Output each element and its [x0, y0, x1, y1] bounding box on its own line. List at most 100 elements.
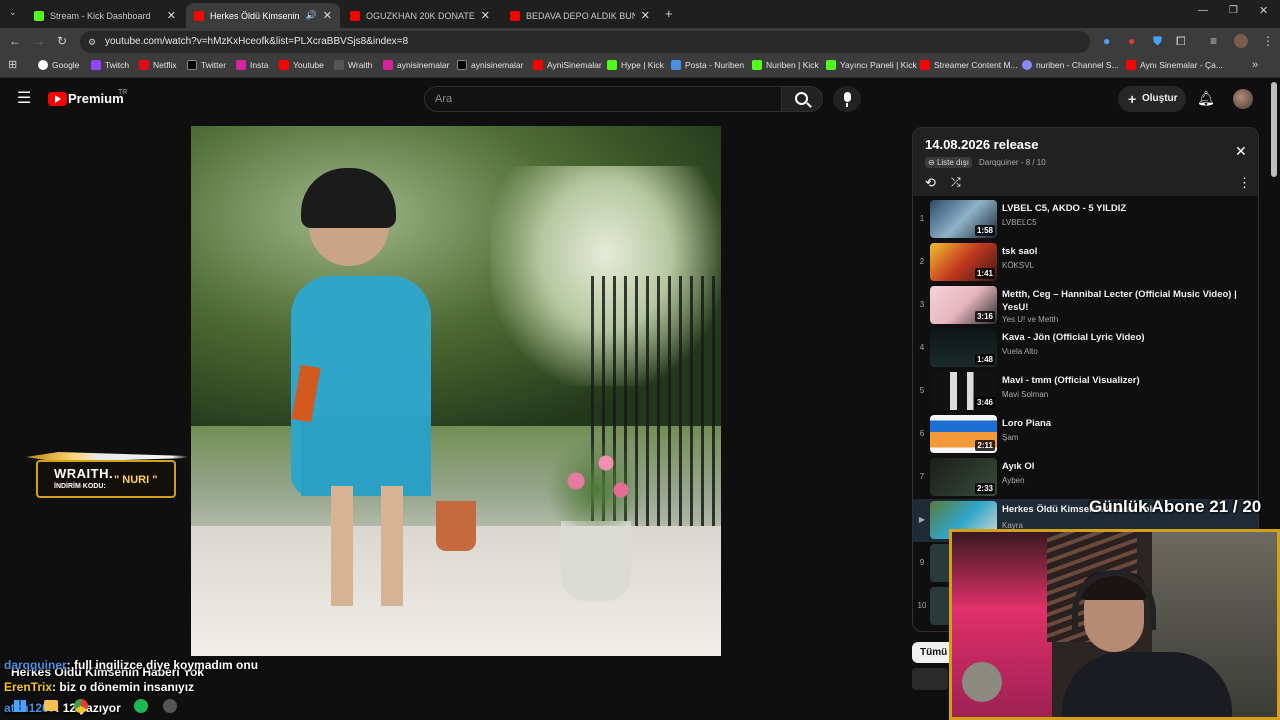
youtube-favicon-icon [350, 10, 360, 21]
tab-oguzkhan[interactable]: OGUZKHAN 20K DONATE ALIY ✕ [342, 3, 498, 28]
create-button[interactable]: + Oluştur [1118, 86, 1186, 112]
bookmark-youtube[interactable]: Youtube [279, 60, 324, 70]
playlist-item[interactable]: 7 2:33 Ayık Ol Ayben [913, 456, 1258, 499]
tab-label: BEDAVA DEPO ALDIK BUNLAR [526, 10, 635, 21]
close-icon[interactable]: ✕ [635, 9, 650, 22]
playlist-item-title: Kava - Jön (Official Lyric Video) [1002, 332, 1145, 343]
youtube-icon [920, 60, 930, 70]
bookmark-yayinci-paneli[interactable]: Yayıncı Paneli | Kick [826, 60, 917, 70]
video-frame-child-legs [331, 486, 353, 606]
profile-avatar[interactable] [1234, 34, 1248, 48]
extension-icon[interactable]: ● [1103, 35, 1110, 47]
search-button[interactable] [781, 86, 823, 112]
close-icon[interactable]: ✕ [475, 9, 490, 22]
close-playlist-icon[interactable]: ✕ [1235, 143, 1247, 160]
playlist-item-index: 9 [919, 558, 925, 567]
bookmark-twitch[interactable]: Twitch [91, 60, 129, 70]
playlist-item-channel: Vuela Alto [1002, 347, 1038, 356]
reload-icon[interactable]: ↻ [57, 35, 67, 47]
video-frame-pot [561, 521, 631, 601]
address-bar[interactable]: ⚙ youtube.com/watch?v=hMzKxHceofk&list=P… [80, 31, 1090, 53]
tab-kick-dashboard[interactable]: Stream - Kick Dashboard ✕ [26, 3, 184, 28]
bookmark-aynisinemalar-ig[interactable]: aynisinemalar [383, 60, 449, 70]
forward-icon[interactable]: → [33, 35, 45, 47]
bookmark-insta[interactable]: Insta [236, 60, 268, 70]
page-scrollbar-thumb[interactable] [1271, 82, 1277, 177]
bookmark-netflix[interactable]: Netflix [139, 60, 177, 70]
folder-icon[interactable] [44, 700, 58, 711]
voice-search-button[interactable] [833, 86, 861, 112]
bookmark-aynisinemalar-yt[interactable]: AyniSinemalar [533, 60, 602, 70]
instagram-icon [383, 60, 393, 70]
playlist-item[interactable]: 2 1:41 tsk saol KÖKSVL [913, 241, 1258, 284]
tab-bedava-depo[interactable]: BEDAVA DEPO ALDIK BUNLAR ✕ [502, 3, 658, 28]
playlist-item[interactable]: 1 1:58 LVBEL C5, AKDO - 5 YILDIZ LVBELC5 [913, 198, 1258, 241]
app-icon[interactable] [163, 699, 177, 713]
kick-icon [607, 60, 617, 70]
playlist-item-title: Loro Piana [1002, 418, 1052, 429]
video-player[interactable] [191, 126, 721, 656]
playlist-item[interactable]: 6 2:11 Loro Piana Şam [913, 413, 1258, 456]
extension-icon[interactable]: ● [1128, 35, 1135, 47]
windows-start-icon[interactable] [14, 700, 26, 712]
hamburger-menu-icon[interactable]: ☰ [17, 91, 31, 107]
more-bookmarks-icon[interactable]: » [1252, 60, 1258, 71]
close-icon[interactable]: ✕ [317, 9, 332, 22]
loop-icon[interactable]: ⟲ [925, 175, 936, 191]
video-frame-child-shorts [301, 416, 431, 496]
visibility-label: Liste dışı [936, 158, 969, 167]
bookmark-hype-kick[interactable]: Hype | Kick [607, 60, 664, 70]
playlist-item[interactable]: 4 1:48 Kava - Jön (Official Lyric Video)… [913, 327, 1258, 370]
bookmark-streamer-content[interactable]: Streamer Content M... [920, 60, 1018, 70]
url-text: youtube.com/watch?v=hMzKxHceofk&list=PLX… [105, 36, 409, 47]
shuffle-icon[interactable]: ⤮ [951, 175, 961, 190]
create-label: Oluştur [1142, 93, 1178, 104]
bookmark-ayni-sinemalar[interactable]: Aynı Sinemalar - Ça... [1126, 60, 1223, 70]
playlist-item-channel: Şam [1002, 433, 1019, 442]
new-tab-icon[interactable]: + [665, 7, 673, 20]
subscriber-goal-counter: Günlük Abone 21 / 20 [1089, 497, 1262, 516]
google-icon [38, 60, 48, 70]
playlist-title[interactable]: 14.08.2026 release [925, 137, 1039, 152]
recommended-thumbnail-partial[interactable] [912, 668, 948, 690]
search-placeholder: Ara [435, 93, 453, 105]
bookmark-nuriben-channel[interactable]: nuriben - Channel S... [1022, 60, 1119, 70]
restore-icon[interactable]: ❐ [1229, 6, 1238, 16]
playlist-item[interactable]: 5 3:46 Mavi - tmm (Official Visualizer) … [913, 370, 1258, 413]
video-thumbnail: 1:48 [930, 329, 997, 367]
bookmark-google[interactable]: Google [38, 60, 79, 70]
bookmark-wraith[interactable]: Wraith [334, 60, 372, 70]
tab-label: OGUZKHAN 20K DONATE ALIY [366, 10, 475, 21]
tab-current-video[interactable]: Herkes Öldü Kimsenin Haberi 🔊 ✕ [186, 3, 340, 28]
playlist-item-title: Ayık Ol [1002, 461, 1035, 472]
close-icon[interactable]: ✕ [161, 9, 176, 22]
bookmark-twitter[interactable]: Twitter [187, 60, 226, 70]
search-input[interactable]: Ara [424, 86, 782, 112]
media-controls-icon[interactable]: ≡ [1210, 35, 1217, 47]
apps-grid-icon[interactable]: ⊞ [8, 60, 17, 71]
bookmark-aynisinemalar-x[interactable]: aynisinemalar [457, 60, 523, 70]
back-icon[interactable]: ← [9, 35, 21, 47]
shield-icon[interactable]: ⛊ [1153, 35, 1162, 47]
account-avatar[interactable] [1233, 89, 1253, 109]
playlist-item-title: Mavi - tmm (Official Visualizer) [1002, 375, 1140, 386]
spotify-icon[interactable] [134, 699, 148, 713]
notifications-bell-icon[interactable]: 🔔︎ [1197, 90, 1215, 107]
tab-search-icon[interactable]: ⌄ [9, 8, 17, 17]
wraith-icon [334, 60, 344, 70]
bookmark-posta[interactable]: Posta - Nuriben [671, 60, 744, 70]
playlist-item[interactable]: 3 3:16 Metth, Ceg – Hannibal Lecter (Off… [913, 284, 1258, 327]
bookmark-label: Google [52, 60, 80, 70]
duration-badge: 3:46 [974, 397, 995, 408]
site-settings-icon[interactable]: ⚙ [88, 31, 96, 53]
chrome-icon[interactable] [74, 699, 88, 713]
minimize-icon[interactable]: — [1198, 6, 1208, 16]
more-actions-icon[interactable]: ⋮ [1238, 175, 1251, 191]
webcam-overlay [949, 529, 1280, 720]
extensions-puzzle-icon[interactable]: ⧠ [1176, 35, 1186, 47]
browser-menu-icon[interactable]: ⋮ [1262, 35, 1274, 47]
bookmark-nuriben-kick[interactable]: Nuriben | Kick [752, 60, 819, 70]
close-window-icon[interactable]: ✕ [1259, 6, 1268, 17]
audio-playing-icon[interactable]: 🔊 [306, 10, 317, 21]
playlist-item-title: Metth, Ceg – Hannibal Lecter (Official M… [1002, 289, 1237, 313]
